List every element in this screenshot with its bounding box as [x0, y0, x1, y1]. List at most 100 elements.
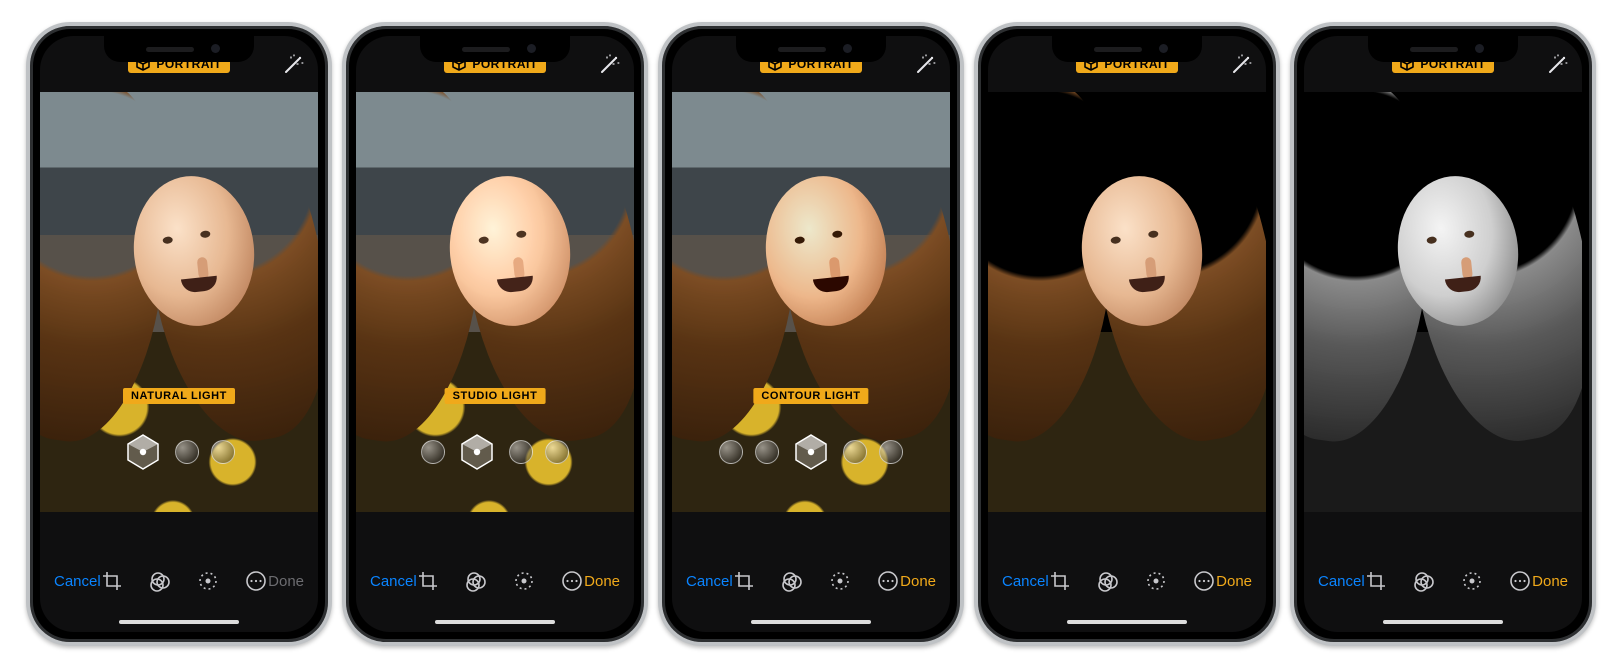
filters-button[interactable]: [1413, 570, 1435, 592]
photo-preview[interactable]: NATURAL LIGHT: [40, 92, 318, 512]
lighting-dial-item[interactable]: [755, 440, 779, 464]
lighting-dial-item[interactable]: [211, 440, 235, 464]
more-icon: [561, 570, 583, 592]
filters-button[interactable]: [1097, 570, 1119, 592]
filters-button[interactable]: [465, 570, 487, 592]
lighting-dial[interactable]: [40, 412, 318, 492]
adjust-button[interactable]: [1145, 570, 1167, 592]
adjust-button[interactable]: [513, 570, 535, 592]
tool-icons: [417, 570, 584, 592]
photo-preview[interactable]: STAGE LIGHT MONO: [1304, 92, 1582, 512]
lighting-dial-item[interactable]: [545, 440, 569, 464]
screen: PORTRAITCONTOUR LIGHTCancelDone: [672, 36, 950, 632]
photo-preview[interactable]: CONTOUR LIGHT: [672, 92, 950, 512]
home-indicator[interactable]: [435, 620, 555, 624]
cancel-button[interactable]: Cancel: [686, 573, 733, 590]
tool-icons: [1365, 570, 1532, 592]
adjust-button[interactable]: [829, 570, 851, 592]
crop-icon: [1365, 570, 1387, 592]
home-indicator[interactable]: [1383, 620, 1503, 624]
done-button: Done: [268, 573, 304, 590]
adjust-icon: [513, 570, 535, 592]
lighting-dial-item[interactable]: [791, 432, 831, 472]
cancel-button[interactable]: Cancel: [54, 573, 101, 590]
home-indicator[interactable]: [1067, 620, 1187, 624]
filters-icon: [465, 570, 487, 592]
crop-icon: [1049, 570, 1071, 592]
done-button[interactable]: Done: [1216, 573, 1252, 590]
cancel-button[interactable]: Cancel: [370, 573, 417, 590]
lighting-dial[interactable]: [356, 412, 634, 492]
magic-wand-button[interactable]: [1546, 54, 1568, 76]
screen: PORTRAITSTUDIO LIGHTCancelDone: [356, 36, 634, 632]
phone-mockup: PORTRAITSTUDIO LIGHTCancelDone: [342, 22, 648, 646]
cancel-button[interactable]: Cancel: [1002, 573, 1049, 590]
lighting-dial[interactable]: [988, 412, 1266, 492]
cancel-button[interactable]: Cancel: [1318, 573, 1365, 590]
phone-mockup: PORTRAITCONTOUR LIGHTCancelDone: [658, 22, 964, 646]
magic-wand-button[interactable]: [282, 54, 304, 76]
done-button[interactable]: Done: [1532, 573, 1568, 590]
tool-icons: [733, 570, 900, 592]
lighting-dial-item[interactable]: [509, 440, 533, 464]
lighting-dial[interactable]: [1304, 412, 1582, 492]
magic-wand-button[interactable]: [598, 54, 620, 76]
photo-preview[interactable]: STUDIO LIGHT: [356, 92, 634, 512]
filters-button[interactable]: [149, 570, 171, 592]
notch: [736, 36, 886, 62]
lighting-dial-item[interactable]: [719, 440, 743, 464]
filters-icon: [1413, 570, 1435, 592]
adjust-button[interactable]: [1461, 570, 1483, 592]
magic-wand-icon: [598, 54, 620, 76]
hardware-button: [1290, 244, 1291, 292]
hardware-button: [342, 186, 343, 234]
lighting-dial[interactable]: [672, 412, 950, 492]
more-button[interactable]: [1193, 570, 1215, 592]
crop-button[interactable]: [733, 570, 755, 592]
crop-button[interactable]: [1049, 570, 1071, 592]
magic-wand-button[interactable]: [1230, 54, 1252, 76]
magic-wand-button[interactable]: [914, 54, 936, 76]
more-button[interactable]: [877, 570, 899, 592]
adjust-icon: [197, 570, 219, 592]
filters-icon: [149, 570, 171, 592]
filters-button[interactable]: [781, 570, 803, 592]
done-button[interactable]: Done: [900, 573, 936, 590]
more-button[interactable]: [1509, 570, 1531, 592]
filters-icon: [1097, 570, 1119, 592]
lighting-dial-item[interactable]: [843, 440, 867, 464]
lighting-dial-item[interactable]: [123, 432, 163, 472]
crop-button[interactable]: [1365, 570, 1387, 592]
photo-preview[interactable]: STAGE LIGHT: [988, 92, 1266, 512]
hardware-button: [342, 136, 343, 164]
more-button[interactable]: [561, 570, 583, 592]
tool-icons: [1049, 570, 1216, 592]
editor-toolbar: Cancel Done: [40, 558, 318, 604]
tool-icons: [101, 570, 268, 592]
crop-icon: [417, 570, 439, 592]
hardware-button: [26, 136, 27, 164]
more-button[interactable]: [245, 570, 267, 592]
notch: [420, 36, 570, 62]
adjust-icon: [1145, 570, 1167, 592]
more-icon: [1193, 570, 1215, 592]
adjust-icon: [829, 570, 851, 592]
magic-wand-icon: [282, 54, 304, 76]
done-button[interactable]: Done: [584, 573, 620, 590]
filters-icon: [781, 570, 803, 592]
editor-toolbar: Cancel Done: [356, 558, 634, 604]
hardware-button: [658, 244, 659, 292]
hardware-button: [974, 186, 975, 234]
lighting-dial-item[interactable]: [457, 432, 497, 472]
crop-button[interactable]: [101, 570, 123, 592]
lighting-dial-item[interactable]: [879, 440, 903, 464]
adjust-button[interactable]: [197, 570, 219, 592]
lighting-dial-item[interactable]: [421, 440, 445, 464]
lighting-dial-item[interactable]: [175, 440, 199, 464]
lighting-mode-label: NATURAL LIGHT: [123, 388, 235, 404]
crop-button[interactable]: [417, 570, 439, 592]
home-indicator[interactable]: [751, 620, 871, 624]
editor-toolbar: Cancel Done: [672, 558, 950, 604]
hardware-button: [963, 202, 964, 276]
home-indicator[interactable]: [119, 620, 239, 624]
